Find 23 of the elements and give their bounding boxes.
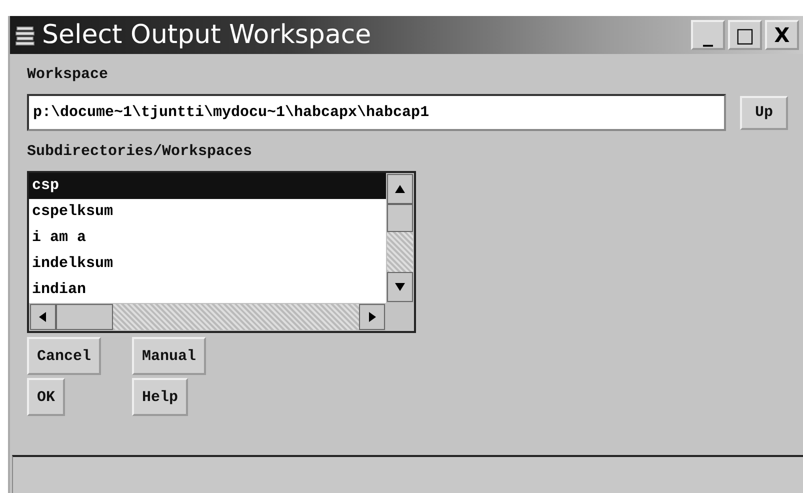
scroll-thumb[interactable] — [56, 304, 113, 330]
list-item[interactable]: indelksum — [29, 251, 386, 277]
dialog-button[interactable]: Help — [132, 378, 188, 416]
dialog-button[interactable]: OK — [27, 378, 66, 416]
list-item[interactable]: indian — [29, 277, 386, 303]
scrollbar-corner — [386, 303, 414, 331]
path-field[interactable]: p:\docume~1\tjuntti\mydocu~1\habcapx\habcap1 — [27, 94, 726, 131]
dialog-button[interactable]: Cancel — [27, 337, 102, 375]
list-item[interactable]: csp — [29, 173, 386, 199]
window-title: Select Output Workspace — [42, 20, 372, 50]
workspace-label: Workspace — [27, 65, 110, 85]
vertical-scrollbar[interactable] — [386, 173, 414, 303]
list-item[interactable]: i am a — [29, 225, 386, 251]
maximize-button[interactable]: □ — [728, 20, 762, 50]
scroll-thumb[interactable] — [387, 204, 413, 232]
list-item[interactable]: cspelksum — [29, 199, 386, 225]
dialog-button[interactable]: Manual — [132, 337, 206, 375]
close-button[interactable]: X — [765, 20, 799, 50]
up-button[interactable]: Up — [740, 96, 788, 130]
horizontal-scrollbar[interactable] — [29, 303, 386, 331]
stack-icon — [14, 24, 36, 46]
minimize-button[interactable]: _ — [691, 20, 725, 50]
subdirectories-label: Subdirectories/Workspaces — [27, 142, 254, 162]
